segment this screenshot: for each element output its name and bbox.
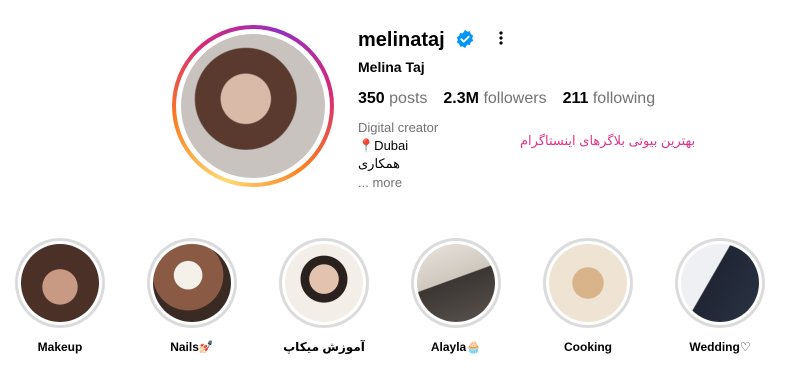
highlight-border [282, 241, 366, 325]
highlight-makeup[interactable] [15, 238, 105, 328]
highlight-cover [21, 244, 99, 322]
posts-count: 350 [358, 90, 385, 107]
highlight-cover [285, 244, 363, 322]
following-link[interactable]: 211 following [563, 89, 656, 109]
following-count: 211 [562, 90, 589, 107]
highlight-label: Wedding♡ [689, 340, 751, 354]
highlight-label: آموزش میکاپ [283, 340, 365, 354]
bio-location: 📍Dubai [358, 138, 409, 153]
highlight-cooking[interactable] [543, 238, 633, 328]
highlight-border [414, 241, 498, 325]
highlight-alayla[interactable] [411, 238, 501, 328]
highlight-wedding[interactable] [675, 238, 765, 328]
profile-stats: 350 posts 2.3M followers 211 following [358, 89, 655, 109]
following-label: following [592, 90, 656, 107]
followers-label: followers [483, 90, 547, 107]
verified-badge-icon [456, 29, 474, 49]
highlight-cover [681, 244, 759, 322]
highlight-cover [417, 244, 495, 322]
username: melinataj [358, 29, 445, 51]
highlight-nails[interactable] [147, 238, 237, 328]
bio-more-link[interactable]: ... more [358, 175, 402, 190]
full-name: Melina Taj [358, 59, 425, 75]
avatar-photo [181, 34, 325, 178]
posts-stat: 350 posts [358, 89, 427, 109]
overlay-caption: بهترین بیوتی بلاگرهای اینستاگرام [520, 133, 696, 148]
more-options-icon [499, 31, 503, 45]
followers-link[interactable]: 2.3M followers [443, 89, 546, 109]
highlight-label: Makeup [37, 340, 83, 354]
profile-category: Digital creator [358, 120, 439, 135]
highlight-border [150, 241, 234, 325]
highlight-border [18, 241, 102, 325]
posts-label: posts [389, 90, 428, 107]
avatar-border [176, 29, 330, 183]
highlight-makeup-tutorial[interactable] [279, 238, 369, 328]
highlight-label: Cooking [564, 340, 612, 354]
highlight-label: Alayla🧁 [430, 340, 482, 354]
highlight-border [678, 241, 762, 325]
highlight-border [546, 241, 630, 325]
followers-count: 2.3M [443, 90, 479, 107]
bio-collaboration: همکاری [358, 156, 400, 171]
highlight-label: Nails💅🏻 [170, 340, 214, 354]
highlight-cover [549, 244, 627, 322]
highlight-cover [153, 244, 231, 322]
options-button[interactable] [492, 27, 510, 49]
profile-avatar[interactable] [172, 25, 334, 187]
